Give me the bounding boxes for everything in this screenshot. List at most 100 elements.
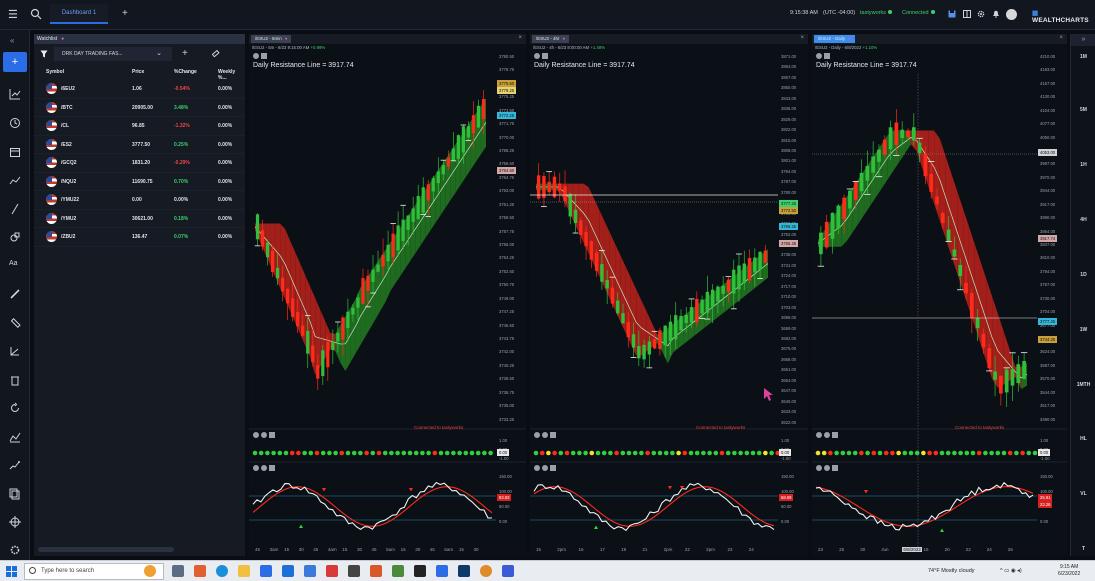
candle[interactable] <box>674 315 678 340</box>
candle[interactable] <box>336 332 340 342</box>
hamburger-menu-icon[interactable]: ☰ <box>8 8 18 21</box>
app-icon-4[interactable] <box>348 565 360 577</box>
cortana-icon[interactable] <box>144 565 156 577</box>
calendar-icon[interactable] <box>9 146 21 158</box>
candle[interactable] <box>600 264 604 282</box>
candle[interactable] <box>461 126 466 153</box>
candle[interactable] <box>935 196 939 205</box>
candle[interactable] <box>742 263 746 284</box>
timeframe-1h[interactable]: 1H <box>1071 162 1095 168</box>
watchlist-select[interactable]: DRK DAY TRADING FAS... ⌄ <box>54 47 172 61</box>
candle[interactable] <box>894 122 899 146</box>
store-icon[interactable] <box>260 565 272 577</box>
candle[interactable] <box>291 298 295 317</box>
candle[interactable] <box>431 178 435 192</box>
text-tool-icon[interactable]: Aa <box>9 260 21 272</box>
candle[interactable] <box>281 277 285 292</box>
table-row[interactable]: /YMU22 0.00 0.00% 0.00% <box>34 191 245 210</box>
candle[interactable] <box>737 265 741 290</box>
candle[interactable] <box>747 257 752 281</box>
pin-icon[interactable]: ● <box>61 36 64 42</box>
candle[interactable] <box>684 314 688 323</box>
candle[interactable] <box>401 219 405 241</box>
trend-line-icon[interactable] <box>9 174 21 186</box>
candle[interactable] <box>481 99 486 120</box>
timeframe-5m[interactable]: 5M <box>1071 107 1095 113</box>
timeframe-1m[interactable]: 1M <box>1071 54 1095 60</box>
candle[interactable] <box>929 173 934 192</box>
close-icon[interactable] <box>832 465 838 471</box>
taskbar-search-input[interactable]: Type here to search <box>24 563 164 580</box>
settings-icon[interactable] <box>9 544 21 556</box>
candle[interactable] <box>476 105 481 128</box>
app-icon-8[interactable] <box>436 565 448 577</box>
candle[interactable] <box>710 289 715 307</box>
candle[interactable] <box>911 127 916 141</box>
candle[interactable] <box>605 280 609 289</box>
app-icon-7[interactable] <box>414 565 426 577</box>
indicators-icon[interactable] <box>9 431 21 443</box>
candle[interactable] <box>351 307 355 315</box>
line-tool-icon[interactable] <box>9 203 21 215</box>
timezone[interactable]: (UTC -04:00) <box>823 10 855 16</box>
candle[interactable] <box>952 249 957 257</box>
collapse-icon[interactable]: « <box>10 36 14 45</box>
table-row[interactable]: /GCQ2 1831.20 -0.29% 0.00% <box>34 154 245 173</box>
pane-controls[interactable] <box>534 432 556 440</box>
candle[interactable] <box>371 269 375 282</box>
chart-panel-5min[interactable]: /ESU2 - 5min ● ×/ESU2 - 5m - 6/23 9:15:00 … <box>249 34 526 556</box>
pane-controls[interactable] <box>534 465 556 473</box>
timeframe-t[interactable]: T <box>1071 546 1095 552</box>
layout-icon[interactable] <box>963 10 971 18</box>
candle[interactable] <box>451 148 455 161</box>
candle[interactable] <box>391 233 395 258</box>
app-icon-2[interactable] <box>304 565 316 577</box>
windows-start-icon[interactable] <box>6 566 17 577</box>
candle[interactable] <box>981 333 986 348</box>
candle[interactable] <box>589 241 594 260</box>
studies-icon[interactable] <box>9 459 21 471</box>
candle[interactable] <box>987 348 992 369</box>
candle[interactable] <box>848 190 852 209</box>
add-symbol-button[interactable]: + <box>182 48 188 59</box>
table-row[interactable]: /CL 96.85 -1.32% 0.00% <box>34 117 245 136</box>
candle[interactable] <box>637 346 641 359</box>
candle[interactable] <box>260 230 265 247</box>
shapes-icon[interactable] <box>9 231 21 243</box>
timeframe-1mth[interactable]: 1MTH <box>1071 382 1095 388</box>
gear-icon[interactable] <box>977 10 985 18</box>
candle[interactable] <box>824 221 829 248</box>
close-icon[interactable] <box>269 432 275 438</box>
candle[interactable] <box>326 341 330 368</box>
candle[interactable] <box>311 345 315 363</box>
candle[interactable] <box>573 209 578 224</box>
price-axis[interactable]: 3780.503778.753777.003775.253773.503771.… <box>496 54 524 434</box>
col-change[interactable]: %Change <box>174 69 197 75</box>
candle[interactable] <box>668 321 673 342</box>
candle[interactable] <box>255 214 260 240</box>
candle[interactable] <box>416 195 420 220</box>
candle[interactable] <box>647 341 652 355</box>
candle[interactable] <box>1004 369 1009 393</box>
mail-icon[interactable] <box>282 565 294 577</box>
candle[interactable] <box>695 298 699 323</box>
pane-controls[interactable] <box>253 432 275 440</box>
settings-icon[interactable] <box>534 432 540 438</box>
refresh-icon[interactable] <box>9 402 21 414</box>
candle[interactable] <box>999 375 1003 394</box>
candle[interactable] <box>726 279 731 292</box>
tab-dashboard-1[interactable]: Dashboard 1 <box>50 4 108 24</box>
avatar[interactable] <box>1006 9 1017 20</box>
pane-controls[interactable] <box>253 465 275 473</box>
candle[interactable] <box>940 212 945 224</box>
refresh-icon[interactable] <box>261 432 267 438</box>
refresh-icon[interactable] <box>824 465 830 471</box>
candle[interactable] <box>958 264 963 277</box>
candle[interactable] <box>446 157 450 167</box>
candle[interactable] <box>621 313 625 324</box>
candle[interactable] <box>552 176 557 198</box>
candle[interactable] <box>610 287 615 304</box>
candle[interactable] <box>558 183 562 191</box>
candle[interactable] <box>366 275 370 291</box>
table-row[interactable]: /ZBU2 136.47 0.07% 0.00% <box>34 228 245 247</box>
